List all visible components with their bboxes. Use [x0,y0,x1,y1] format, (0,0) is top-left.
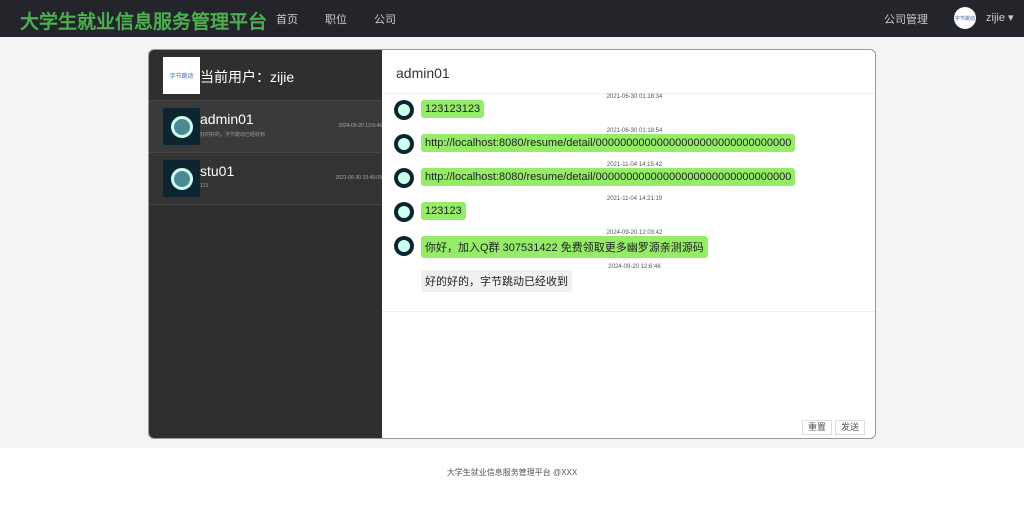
nav-company[interactable]: 公司 [374,11,396,27]
nav-company-management[interactable]: 公司管理 [884,11,928,27]
brand-title[interactable]: 大学生就业信息服务管理平台 [20,7,267,34]
avatar [394,202,414,222]
username: zijie [986,12,1005,24]
nav-home[interactable]: 首页 [276,11,298,27]
avatar [394,270,414,290]
message: 2024-09-20 12:6:46 好的好的，字节跳动已经收到 [394,264,875,298]
caret-down-icon: ▾ [1008,12,1014,24]
current-user-label: 当前用户：zijie [200,69,295,85]
company-logo: 字节跳动 [163,57,200,94]
send-button[interactable]: 发送 [835,420,866,435]
avatar [394,236,414,256]
nav-jobs[interactable]: 职位 [325,11,347,27]
conversation-name: stu01 [200,163,235,179]
conversation-sidebar: 字节跳动 当前用户：zijie admin01 好的好的，字节跳动已经收到 20… [149,50,382,438]
conversation-item[interactable]: stu01 123 2021-06-30 10:46:09 [149,153,382,205]
message-bubble: 你好，加入Q群 307531422 免费领取更多幽罗源亲测源码 [421,236,708,258]
chat-card: 字节跳动 当前用户：zijie admin01 好的好的，字节跳动已经收到 20… [148,49,876,439]
footer: 大学生就业信息服务管理平台 @XXX [0,448,1024,531]
avatar-logo-text: 字节跳动 [954,15,975,22]
avatar [394,168,414,188]
reset-button[interactable]: 重置 [802,420,833,435]
conversation-time: 2021-06-30 10:46:09 [335,175,382,181]
message-bubble: http://localhost:8080/resume/detail/0000… [421,134,796,152]
message: 2021-11-04 14:21:19 123123 [394,196,875,230]
chat-panel: admin01 2021-06-30 01:18:34 123123123 202… [382,50,875,438]
top-nav: 大学生就业信息服务管理平台 首页 职位 公司 公司管理 字节跳动 zijie ▾ [0,0,1024,37]
conversation-preview: 好的好的，字节跳动已经收到 [200,132,266,138]
message-bubble: 123123123 [421,100,485,118]
conversation-name: admin01 [200,111,254,127]
user-avatar[interactable]: 字节跳动 [954,7,976,29]
current-user-header: 字节跳动 当前用户：zijie [149,50,382,101]
message-bubble: 123123 [421,202,466,220]
message: 2021-06-30 01:18:34 123123123 [394,94,875,128]
message-bubble: 好的好的，字节跳动已经收到 [421,270,572,292]
avatar [394,100,414,120]
chat-title: admin01 [382,50,875,94]
message-bubble: http://localhost:8080/resume/detail/0000… [421,168,796,186]
message: 2021-06-30 01:18:54 http://localhost:808… [394,128,875,162]
message-list[interactable]: 2021-06-30 01:18:34 123123123 2021-06-30 … [382,94,875,312]
message: 2021-11-04 14:15:42 http://localhost:808… [394,162,875,196]
user-menu[interactable]: zijie ▾ [986,11,1014,24]
avatar [163,108,200,145]
avatar [394,134,414,154]
message: 2024-09-20 12:03:42 你好，加入Q群 307531422 免费… [394,230,875,264]
avatar [163,160,200,197]
conversation-time: 2024-09-20 12:6:46 [338,123,382,129]
logo-text: 字节跳动 [169,74,194,80]
conversation-item[interactable]: admin01 好的好的，字节跳动已经收到 2024-09-20 12:6:46 [149,101,382,153]
footer-text: 大学生就业信息服务管理平台 @XXX [446,468,578,477]
message-time: 2021-11-04 14:21:19 [606,196,663,202]
conversation-preview: 123 [200,183,209,189]
